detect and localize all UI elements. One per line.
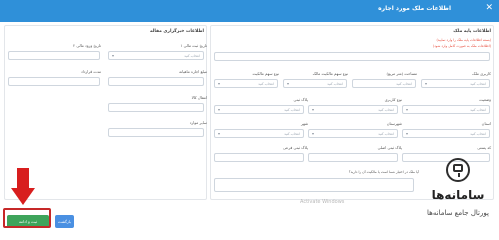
field-label: کد پستی xyxy=(477,145,491,150)
field-label: وضعیت xyxy=(479,97,491,102)
select-input[interactable]: انتخاب کنید xyxy=(352,79,416,88)
ownership-note: آیا ملک در اختیار شما است یا مالکیت آن ر… xyxy=(348,170,419,174)
warning-text: (اطلاعات ملک به صورت کامل وارد شود) xyxy=(432,44,491,48)
select-input[interactable]: انتخاب کنید ▾ xyxy=(214,129,304,138)
back-button[interactable]: بازگشت xyxy=(55,215,74,228)
windows-watermark: Activate Windows xyxy=(300,199,345,205)
field-label: استان xyxy=(481,121,491,126)
text-input[interactable] xyxy=(214,153,304,162)
site-logo: سامانه‌ها پورتال جامع سامانه‌ها xyxy=(420,158,496,230)
field-label: شهرستان xyxy=(386,121,402,126)
select-input[interactable]: انتخاب کنید ▾ xyxy=(308,129,398,138)
left-field-input[interactable] xyxy=(108,103,204,112)
left-section-title: اطلاعات خبرگزاری مقاله xyxy=(150,29,204,34)
logo-name: سامانه‌ها xyxy=(431,188,485,202)
select-input[interactable]: انتخاب کنید ▾ xyxy=(308,105,398,114)
title-bar: اطلاعات ملک مورد اجاره ✕ xyxy=(0,0,499,22)
left-field-input[interactable] xyxy=(108,128,204,137)
field-label: پلاک ثبتی اصلی xyxy=(377,145,402,150)
left-field-input[interactable]: انتخاب کنید ▾ xyxy=(108,51,204,60)
select-input[interactable]: انتخاب کنید ▾ xyxy=(283,79,347,88)
monitor-screen xyxy=(453,164,463,172)
window-title: اطلاعات ملک مورد اجاره xyxy=(378,5,451,12)
left-field-label: مدت قرارداد xyxy=(80,69,101,74)
left-field-input[interactable] xyxy=(8,51,100,60)
left-field-label: مبلغ اجاره ماهیانه xyxy=(179,69,207,74)
field-label: نوع سهم مالکیت مالک xyxy=(312,71,348,76)
select-input[interactable]: انتخاب کنید ▾ xyxy=(402,105,490,114)
monitor-icon xyxy=(446,158,470,182)
field-label: پلاک ثبتی فرعی xyxy=(283,145,308,150)
field-label: کاربری ملک xyxy=(472,71,491,76)
left-field-input[interactable] xyxy=(8,77,100,86)
field-label: شهر xyxy=(300,121,308,126)
highlight-box xyxy=(3,208,51,228)
modal-window: اطلاعات ملک مورد اجاره ✕ اطلاعات خبرگزار… xyxy=(0,0,499,236)
left-field-label: تاریخ ثبت مالی ۱ xyxy=(180,43,207,48)
select-input[interactable]: انتخاب کنید ▾ xyxy=(421,79,490,88)
address-input[interactable] xyxy=(214,52,490,61)
text-input[interactable] xyxy=(308,153,398,162)
left-field-input[interactable] xyxy=(108,77,204,86)
monitor-stand xyxy=(458,173,460,177)
warning-text: (بسته اطلاعات پایه ملک را وارد نمایید) xyxy=(436,38,491,42)
left-field-label: تاریخ ورود مالی ۲ xyxy=(73,43,101,48)
left-field-label: سایر موارد xyxy=(189,120,207,125)
left-field-label: انتقال کالا xyxy=(191,95,207,100)
field-label: مساحت (متر مربع) xyxy=(386,71,417,76)
logo-subtitle: پورتال جامع سامانه‌ها xyxy=(427,209,489,217)
select-input[interactable]: انتخاب کنید ▾ xyxy=(214,105,304,114)
arrow-down-icon xyxy=(11,188,35,205)
field-label: پلاک ثبتی xyxy=(293,97,308,102)
field-label: نوع کاربری xyxy=(384,97,402,102)
right-section-title: اطلاعات پایه ملک xyxy=(453,29,491,34)
select-input[interactable]: انتخاب کنید ▾ xyxy=(402,129,490,138)
field-label: نوع سهم مالکیت xyxy=(252,71,279,76)
close-icon[interactable]: ✕ xyxy=(485,4,493,13)
description-textarea[interactable] xyxy=(214,178,414,192)
select-input[interactable]: انتخاب کنید ▾ xyxy=(214,79,278,88)
